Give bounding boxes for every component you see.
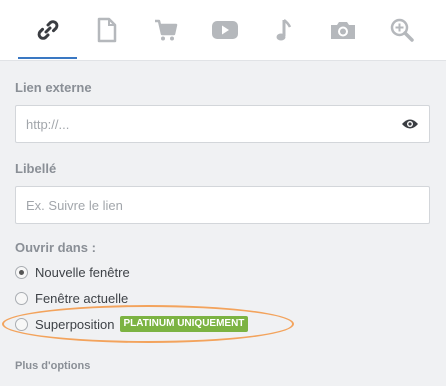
- more-options-link[interactable]: Plus d'options: [15, 360, 90, 372]
- music-note-icon: [276, 19, 291, 41]
- radio-option-current-window[interactable]: Fenêtre actuelle: [15, 289, 128, 307]
- radio-button[interactable]: [15, 291, 28, 305]
- tab-link[interactable]: [18, 0, 77, 60]
- external-link-label: Lien externe: [15, 80, 92, 95]
- tab-document[interactable]: [77, 0, 136, 60]
- radio-button[interactable]: [15, 265, 28, 279]
- external-link-field[interactable]: [15, 105, 392, 143]
- external-link-input[interactable]: [16, 106, 391, 142]
- zoom-in-icon: [390, 18, 414, 42]
- cart-icon: [154, 19, 177, 41]
- radio-option-new-window[interactable]: Nouvelle fenêtre: [15, 263, 130, 281]
- youtube-icon: [211, 21, 238, 39]
- tab-photo[interactable]: [313, 0, 372, 60]
- link-label-input[interactable]: [16, 187, 429, 223]
- radio-label: Nouvelle fenêtre: [35, 264, 130, 280]
- radio-label: Fenêtre actuelle: [35, 290, 129, 306]
- eye-icon: [402, 119, 418, 129]
- tab-divider: [0, 60, 446, 61]
- tab-shop[interactable]: [136, 0, 195, 60]
- document-icon: [97, 17, 116, 43]
- tab-video[interactable]: [195, 0, 254, 60]
- open-in-label: Ouvrir dans :: [15, 240, 96, 255]
- link-icon: [37, 20, 58, 40]
- highlight-ellipse: [2, 305, 294, 343]
- preview-link-button[interactable]: [391, 105, 430, 143]
- tab-zoom[interactable]: [372, 0, 431, 60]
- tab-audio[interactable]: [254, 0, 313, 60]
- tab-bar: [0, 0, 446, 60]
- camera-icon: [330, 22, 355, 39]
- link-label-title: Libellé: [15, 161, 57, 176]
- link-label-field[interactable]: [15, 186, 430, 224]
